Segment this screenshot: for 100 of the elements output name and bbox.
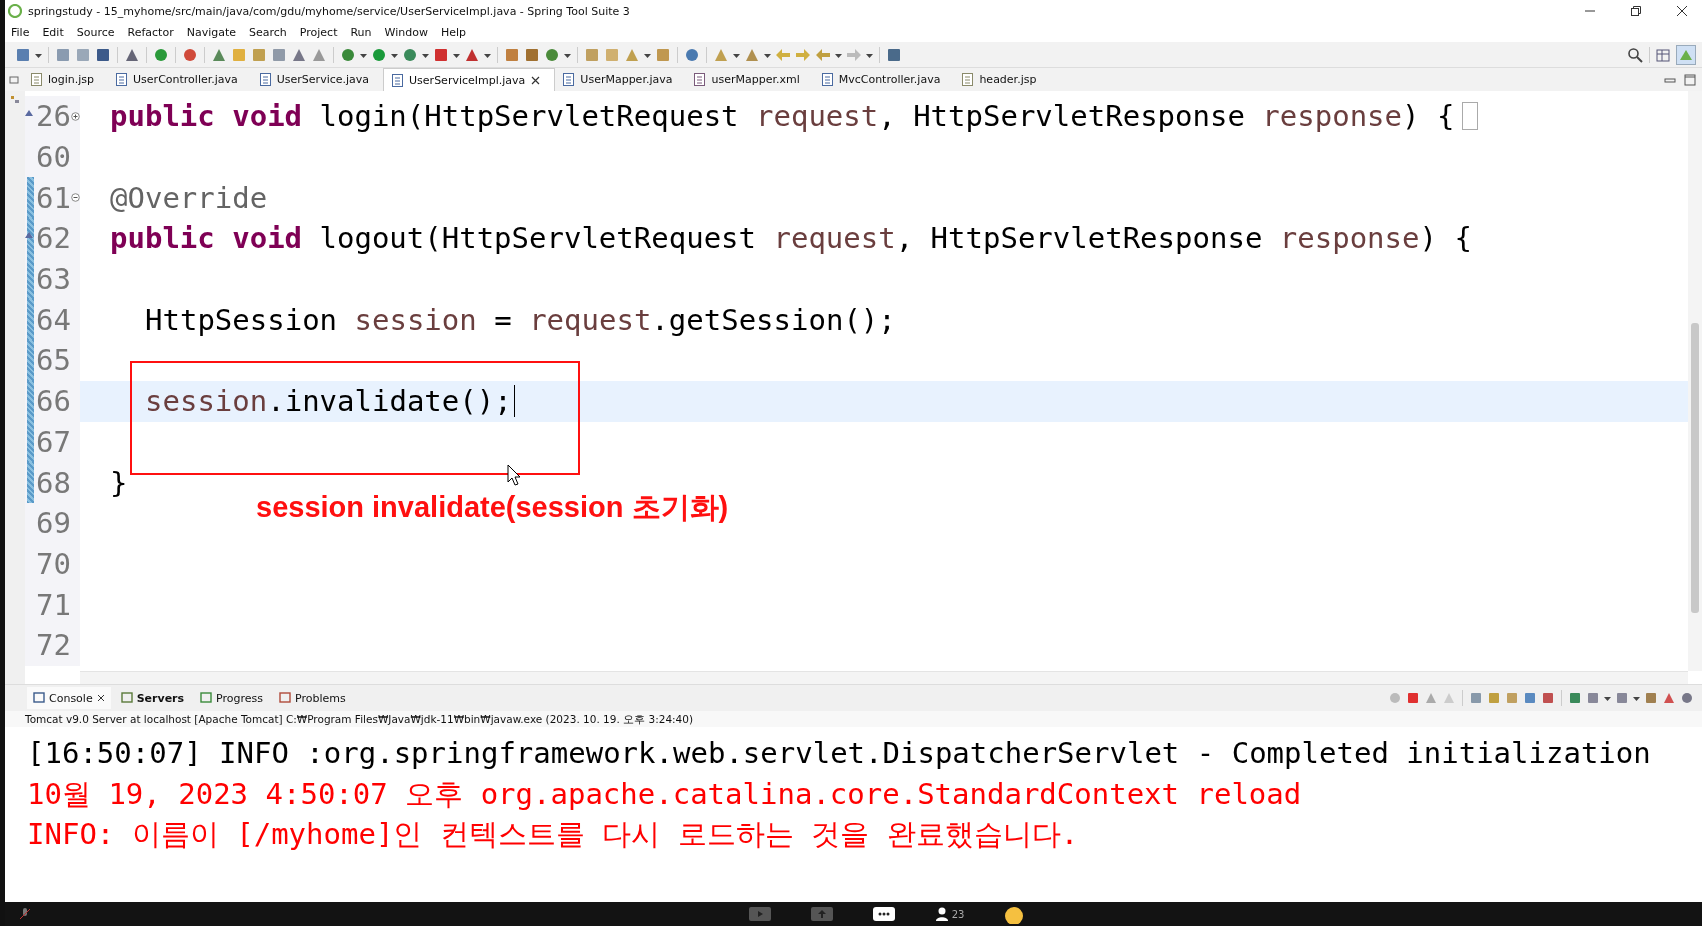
code-token: ) { xyxy=(1419,221,1472,256)
editor-tab[interactable]: userMapper.xml xyxy=(686,68,814,91)
circle-icon[interactable] xyxy=(544,46,560,63)
file-icon xyxy=(31,73,42,86)
code-token: request xyxy=(773,221,896,256)
code-token: HttpSession xyxy=(145,302,339,337)
square-icon[interactable] xyxy=(886,46,902,63)
menu-item[interactable]: Help xyxy=(440,25,466,39)
circle-icon[interactable] xyxy=(402,46,418,63)
square-icon[interactable] xyxy=(15,46,31,63)
expand-icon[interactable] xyxy=(71,112,80,121)
circle-icon[interactable] xyxy=(684,46,700,63)
square-icon[interactable] xyxy=(504,46,520,63)
console-description: Tomcat v9.0 Server at localhost [Apache Tomcat] C:₩Program Files₩Java₩jdk-11₩bin₩javaw.exe (2023. 10. 19. 오후 3:24:40) xyxy=(5,711,1702,727)
menu-item[interactable]: Source xyxy=(76,25,115,39)
file-icon xyxy=(563,73,575,86)
close-icon[interactable] xyxy=(531,75,541,85)
editor-tab[interactable]: UserMapper.java xyxy=(555,68,687,91)
line-number: 72 xyxy=(36,628,71,663)
menu-item[interactable]: Project xyxy=(299,25,338,39)
more-icon[interactable] xyxy=(872,907,895,921)
close-icon[interactable] xyxy=(1676,5,1688,17)
menu-item[interactable]: Refactor xyxy=(127,25,174,39)
maximize-icon[interactable] xyxy=(1684,73,1696,86)
outline-icon[interactable] xyxy=(10,95,20,105)
perspective-icon[interactable] xyxy=(1656,46,1672,63)
code-token: response xyxy=(1262,99,1403,134)
emoji-icon[interactable] xyxy=(1004,904,1025,924)
editor-tab[interactable]: header.jsp xyxy=(954,68,1051,91)
menu-item[interactable]: File xyxy=(11,25,30,39)
editor-tab[interactable]: UserServiceImpl.java xyxy=(383,68,556,91)
editor-tab[interactable]: MvcController.java xyxy=(813,68,955,91)
file-icon xyxy=(116,73,128,86)
code-token: response xyxy=(1279,221,1420,256)
code-token: ) { xyxy=(1402,99,1455,134)
horizontal-scrollbar[interactable] xyxy=(80,671,1688,684)
code-token: , HttpServletResponse xyxy=(878,99,1246,134)
line-number: 60 xyxy=(36,140,71,175)
square-icon[interactable] xyxy=(433,46,449,63)
search-icon[interactable] xyxy=(1627,46,1643,63)
line-number: 69 xyxy=(36,506,71,541)
restore-icon[interactable] xyxy=(1630,5,1642,17)
close-icon[interactable] xyxy=(96,694,105,702)
line-number: 63 xyxy=(36,262,71,297)
circle-icon[interactable] xyxy=(340,46,356,63)
square-icon[interactable] xyxy=(524,46,540,63)
console-line: [16:50:07] INFO :org.springframework.web.servlet.DispatcherServlet - Completed initialization xyxy=(27,735,1652,772)
editor-tab[interactable]: login.jsp xyxy=(23,68,109,91)
share-icon[interactable] xyxy=(810,907,833,921)
square-icon[interactable] xyxy=(95,46,111,63)
annotation-caption: session invalidate(session 초기화) xyxy=(256,490,729,525)
code-token: session xyxy=(145,384,268,419)
line-number: 64 xyxy=(36,302,71,337)
code-token: @Override xyxy=(110,180,268,215)
code-token: logout(HttpServletRequest xyxy=(318,221,757,256)
minimize-icon[interactable] xyxy=(1664,75,1676,84)
circle-icon[interactable] xyxy=(182,46,198,63)
circle-icon[interactable] xyxy=(153,46,169,63)
participant-count: 23 xyxy=(951,908,965,920)
video-icon[interactable] xyxy=(748,907,771,921)
square-icon[interactable] xyxy=(1406,691,1420,705)
line-number: 70 xyxy=(36,546,71,581)
menu-item[interactable]: Navigate xyxy=(186,25,236,39)
console-tab[interactable]: Servers xyxy=(114,687,191,709)
menu-item[interactable]: Edit xyxy=(42,25,64,39)
editor-tab[interactable]: UserController.java xyxy=(108,68,252,91)
console-line: 10월 19, 2023 4:50:07 오후 org.apache.catalina.core.StandardContext reload xyxy=(27,775,1303,813)
menu-item[interactable]: Search xyxy=(249,25,287,39)
console-tab[interactable]: Console xyxy=(27,687,111,709)
triangle-icon[interactable] xyxy=(1662,691,1676,705)
code-token: login(HttpServletRequest xyxy=(318,99,740,134)
console-line: INFO: 이름이 [/myhome]인 컨텍스트를 다시 로드하는 것을 완료했습니다. xyxy=(27,816,1080,854)
arrow-right-icon[interactable] xyxy=(795,46,811,63)
circle-icon[interactable] xyxy=(1680,691,1694,705)
editor-tab[interactable]: UserService.java xyxy=(251,68,384,91)
file-icon xyxy=(962,73,974,86)
square-icon[interactable] xyxy=(1469,691,1483,705)
code-token: public void xyxy=(110,221,303,256)
folded-code-marker[interactable] xyxy=(1462,102,1479,131)
view-icon xyxy=(279,692,292,704)
vertical-scrollbar[interactable] xyxy=(1688,91,1702,671)
square-icon[interactable] xyxy=(1541,691,1555,705)
file-icon xyxy=(259,73,271,86)
line-number: 62 xyxy=(36,221,71,256)
square-icon[interactable] xyxy=(1523,691,1537,705)
code-token: public void xyxy=(110,99,303,134)
line-number: 66 xyxy=(36,384,71,419)
code-token: , HttpServletResponse xyxy=(895,221,1264,256)
mic-icon[interactable] xyxy=(19,907,31,921)
view-menu-icon[interactable] xyxy=(9,74,19,85)
view-icon xyxy=(200,692,213,704)
console-tab[interactable]: Progress xyxy=(194,687,270,709)
line-number: 68 xyxy=(36,465,71,500)
menu-item[interactable]: Window xyxy=(384,25,428,39)
menu-item[interactable]: Run xyxy=(350,25,372,39)
line-number: 61 xyxy=(36,180,71,215)
square-icon[interactable] xyxy=(1568,691,1582,705)
collapse-icon[interactable] xyxy=(71,193,80,203)
perspective-icon[interactable] xyxy=(1676,44,1696,65)
console-tab[interactable]: Problems xyxy=(273,687,352,709)
